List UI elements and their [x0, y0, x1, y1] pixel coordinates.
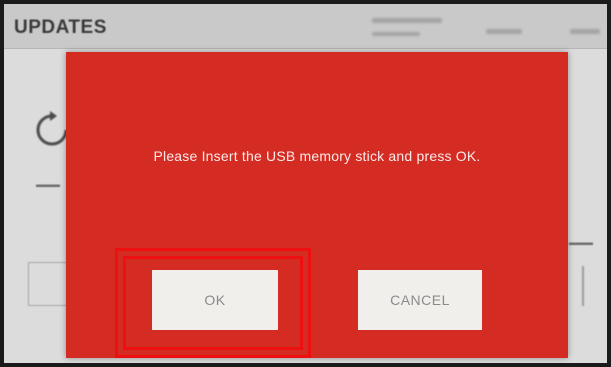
dialog-message: Please Insert the USB memory stick and p… [153, 148, 481, 164]
ok-button[interactable]: OK [152, 270, 278, 330]
topbar-blurred-text [486, 29, 522, 34]
device-screen: UPDATES ▬▬▬ ▬▬▬ Please Insert the USB me… [4, 4, 607, 363]
top-bar: UPDATES [4, 4, 607, 49]
usb-prompt-dialog: Please Insert the USB memory stick and p… [66, 52, 568, 358]
background-blurred-panel [582, 266, 606, 306]
page-title: UPDATES [14, 17, 107, 38]
topbar-blurred-text [570, 29, 600, 34]
topbar-blurred-text [372, 18, 442, 23]
background-blurred-label: ▬▬▬ [569, 238, 593, 247]
background-blurred-label: ▬▬▬ [36, 180, 60, 189]
topbar-blurred-text [372, 32, 420, 36]
cancel-button[interactable]: CANCEL [358, 270, 482, 330]
